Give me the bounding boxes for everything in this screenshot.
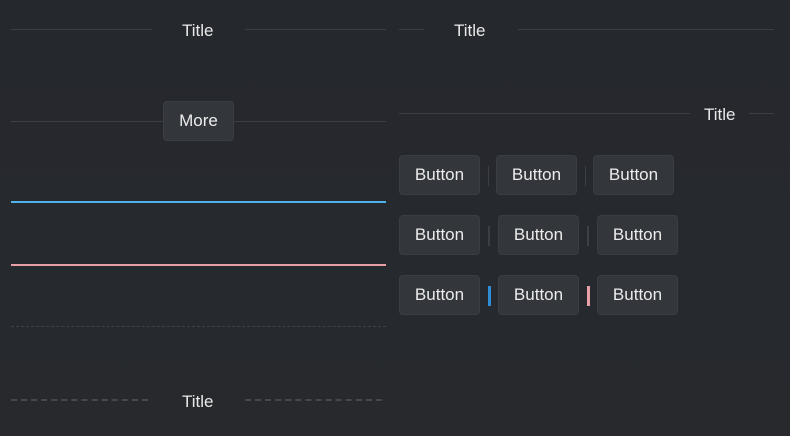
button[interactable]: Button: [496, 155, 577, 195]
button[interactable]: Button: [597, 215, 678, 255]
vertical-divider-accent-pink: [587, 286, 590, 306]
divider-accent-pink: [11, 264, 386, 266]
divider-line-left: [399, 29, 424, 30]
divider-line-left: [399, 113, 690, 114]
divider-line-left: [11, 121, 163, 122]
button[interactable]: Button: [498, 215, 579, 255]
divider-line-left: [11, 29, 152, 30]
divider-line-right: [234, 121, 386, 122]
divider-line-right: [245, 29, 386, 30]
divider-line-right: [518, 29, 774, 30]
divider-title: Title: [182, 21, 214, 40]
vertical-divider: [587, 226, 589, 246]
button[interactable]: Button: [597, 275, 678, 315]
vertical-divider-accent-blue: [488, 286, 491, 306]
divider-dashed-left: [11, 399, 148, 401]
divider-title: Title: [454, 21, 486, 40]
divider-title: Title: [704, 105, 736, 124]
button[interactable]: Button: [593, 155, 674, 195]
vertical-divider: [488, 226, 490, 246]
vertical-divider: [585, 166, 586, 186]
button[interactable]: Button: [498, 275, 579, 315]
divider-dashed: [11, 326, 386, 327]
vertical-divider: [488, 166, 489, 186]
button[interactable]: Button: [399, 275, 480, 315]
divider-dashed-title: Title: [182, 392, 214, 411]
divider-dashed-right: [245, 399, 382, 401]
more-button[interactable]: More: [163, 101, 234, 141]
divider-accent-blue: [11, 201, 386, 203]
button[interactable]: Button: [399, 155, 480, 195]
divider-line-right: [749, 113, 774, 114]
button[interactable]: Button: [399, 215, 480, 255]
